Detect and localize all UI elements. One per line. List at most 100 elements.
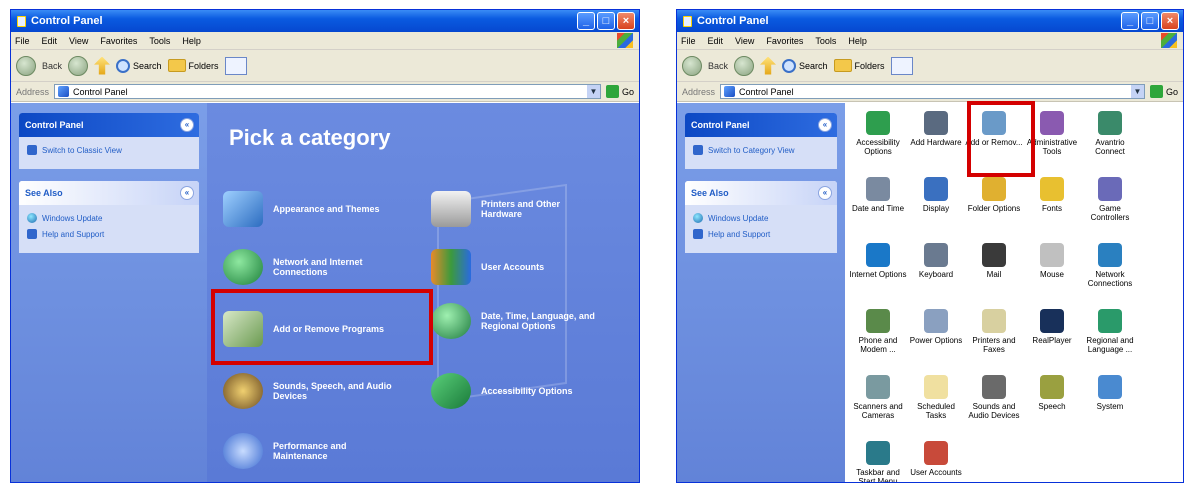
printer-icon [982,309,1006,333]
category-accessibility[interactable]: Accessibility Options [431,373,611,409]
category-user-accounts[interactable]: User Accounts [431,249,591,285]
cp-item[interactable]: RealPlayer [1023,303,1081,369]
close-button[interactable]: × [1161,12,1179,30]
go-button[interactable]: Go [605,85,634,98]
menu-file[interactable]: File [15,36,30,46]
cp-item[interactable]: Scanners and Cameras [849,369,907,435]
cp-item[interactable]: Taskbar and Start Menu [849,435,907,482]
address-input[interactable]: Control Panel ▼ [54,84,601,99]
menu-favorites[interactable]: Favorites [100,36,137,46]
forward-icon[interactable] [68,55,89,76]
menu-view[interactable]: View [735,36,754,46]
switch-view-link[interactable]: Switch to Classic View [27,145,191,155]
title-bar[interactable]: Control Panel _ □ × [11,10,639,32]
pane-header[interactable]: Control Panel « [19,113,199,137]
cp-item[interactable]: Network Connections [1081,237,1139,303]
category-date-time-regional[interactable]: Date, Time, Language, and Regional Optio… [431,303,621,339]
collapse-icon[interactable]: « [180,118,194,132]
cp-item[interactable]: Fonts [1023,171,1081,237]
folders-label: Folders [188,60,219,71]
category-printers[interactable]: Printers and Other Hardware [431,191,591,227]
cp-item[interactable]: Regional and Language ... [1081,303,1139,369]
cp-item[interactable]: Mouse [1023,237,1081,303]
title-bar[interactable]: Control Panel _ □ × [677,10,1183,32]
forward-icon[interactable] [734,55,755,76]
cp-item[interactable]: Sounds and Audio Devices [965,369,1023,435]
pane-header[interactable]: See Also « [19,181,199,205]
category-performance[interactable]: Performance and Maintenance [223,433,403,469]
back-icon[interactable] [16,55,36,76]
switch-view-link[interactable]: Switch to Category View [693,145,829,155]
cp-item-label: Fonts [1041,204,1062,213]
pane-header[interactable]: See Also « [685,181,837,205]
menu-favorites[interactable]: Favorites [766,36,803,46]
search-button[interactable]: Search [782,58,828,73]
back-button-label[interactable]: Back [42,61,62,71]
cp-item-label: Display [922,204,950,213]
menu-help[interactable]: Help [848,36,867,46]
chevron-down-icon[interactable]: ▼ [1130,85,1144,98]
cp-item[interactable]: Date and Time [849,171,907,237]
menu-view[interactable]: View [69,36,88,46]
go-button[interactable]: Go [1149,85,1178,98]
menu-help[interactable]: Help [182,36,201,46]
category-sounds[interactable]: Sounds, Speech, and Audio Devices [223,373,403,409]
windows-update-link[interactable]: Windows Update [693,213,829,223]
collapse-icon[interactable]: « [180,186,194,200]
maximize-button[interactable]: □ [1141,12,1159,30]
cp-item[interactable]: Folder Options [965,171,1023,237]
cp-item[interactable]: Avantrio Connect [1081,105,1139,171]
cp-item[interactable]: Game Controllers [1081,171,1139,237]
menu-tools[interactable]: Tools [149,36,170,46]
address-input[interactable]: Control Panel ▼ [720,84,1145,99]
cp-item[interactable]: Scheduled Tasks [907,369,965,435]
cp-item[interactable]: System [1081,369,1139,435]
views-icon[interactable] [890,56,913,75]
cp-item[interactable]: Internet Options [849,237,907,303]
cp-item[interactable]: Printers and Faxes [965,303,1023,369]
collapse-icon[interactable]: « [818,186,832,200]
cp-item[interactable]: Mail [965,237,1023,303]
clock-icon [866,177,890,201]
help-support-link[interactable]: Help and Support [27,229,191,239]
up-folder-icon[interactable] [94,56,111,75]
windows-update-link[interactable]: Windows Update [27,213,191,223]
category-appearance[interactable]: Appearance and Themes [223,191,423,227]
menu-edit[interactable]: Edit [708,36,724,46]
cp-item[interactable]: Add Hardware [907,105,965,171]
cp-item[interactable]: Power Options [907,303,965,369]
cp-item[interactable]: Accessibility Options [849,105,907,171]
back-icon[interactable] [682,55,702,76]
maximize-button[interactable]: □ [597,12,615,30]
cp-item-label: Scanners and Cameras [853,402,903,420]
menu-file[interactable]: File [681,36,696,46]
cp-item[interactable]: Phone and Modem ... [849,303,907,369]
cp-item[interactable]: Keyboard [907,237,965,303]
minimize-button[interactable]: _ [1121,12,1139,30]
hardware-icon [924,111,948,135]
cp-item[interactable]: User Accounts [907,435,965,482]
pane-header[interactable]: Control Panel « [685,113,837,137]
up-folder-icon[interactable] [760,56,777,75]
network-icon [223,249,263,285]
minimize-button[interactable]: _ [577,12,595,30]
chevron-down-icon[interactable]: ▼ [586,85,600,98]
fonts-icon [1040,177,1064,201]
views-icon[interactable] [224,56,247,75]
help-support-link[interactable]: Help and Support [693,229,829,239]
collapse-icon[interactable]: « [818,118,832,132]
close-button[interactable]: × [617,12,635,30]
search-button[interactable]: Search [116,58,162,73]
back-button-label[interactable]: Back [708,61,728,71]
folders-button[interactable]: Folders [833,59,885,72]
menu-tools[interactable]: Tools [815,36,836,46]
menu-edit[interactable]: Edit [42,36,58,46]
category-network[interactable]: Network and Internet Connections [223,249,403,285]
cp-item[interactable]: Speech [1023,369,1081,435]
toolbar: Back Search Folders [677,50,1183,82]
switch-view-icon [27,145,37,155]
control-panel-pane: Control Panel « Switch to Category View [685,113,837,169]
cp-item[interactable]: Display [907,171,965,237]
folders-button[interactable]: Folders [167,59,219,72]
category-label: Date, Time, Language, and Regional Optio… [481,310,595,331]
